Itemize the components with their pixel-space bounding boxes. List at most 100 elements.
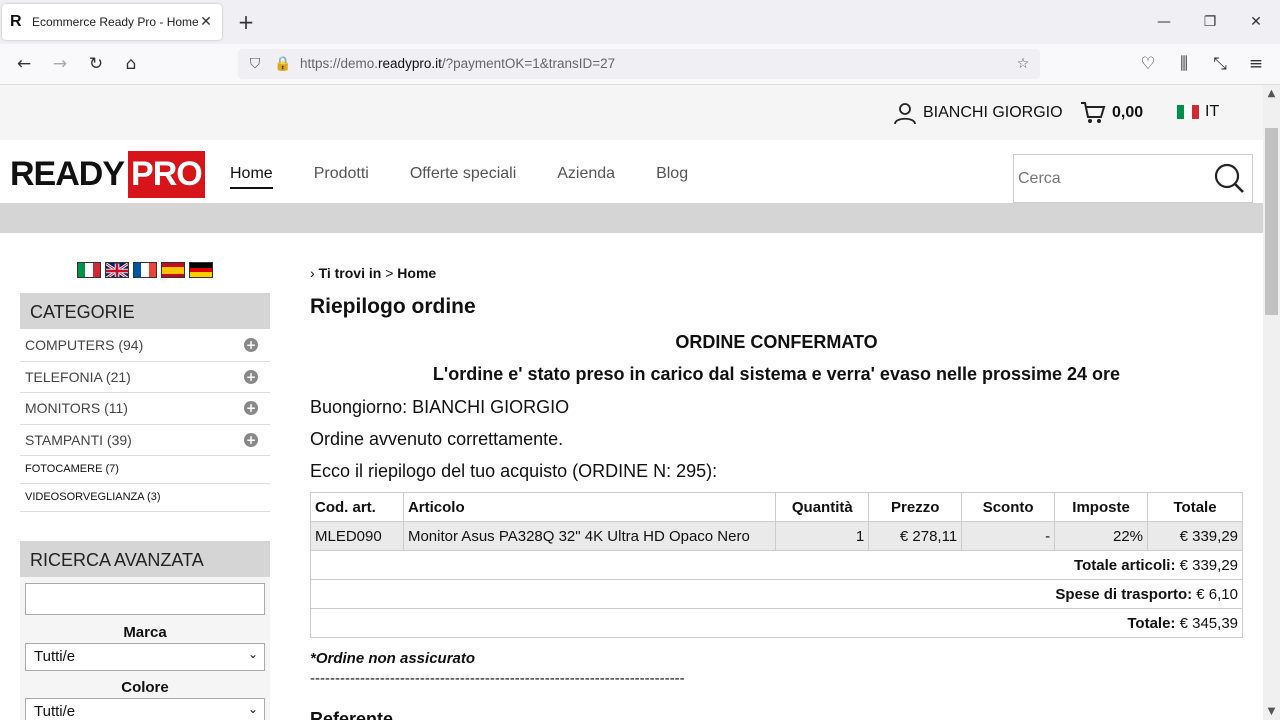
shipping-label: Spese di trasporto:	[1055, 585, 1193, 603]
readypro-logo[interactable]: READY PRO	[10, 151, 205, 198]
nav-azienda[interactable]: Azienda	[557, 165, 615, 189]
browser-nav-bar: ← → ↻ ⌂ ⛉ 🔒 https://demo.readypro.it/?pa…	[0, 44, 1280, 85]
category-item[interactable]: STAMPANTI (39) +	[20, 425, 270, 456]
item-total: € 339,29	[1147, 521, 1243, 551]
extensions-icon[interactable]: ⤡	[1208, 52, 1232, 76]
column-header: Cod. art.	[310, 492, 404, 522]
column-header: Imposte	[1054, 492, 1149, 522]
url-bar[interactable]: ⛉ 🔒 https://demo.readypro.it/?paymentOK=…	[238, 49, 1040, 79]
breadcrumb-current[interactable]: Home	[397, 265, 436, 281]
cart-link[interactable]: 0,00	[1080, 101, 1143, 125]
category-item[interactable]: MONITORS (11) +	[20, 393, 270, 425]
forward-arrow-icon[interactable]: →	[48, 52, 72, 76]
scroll-up-arrow-icon[interactable]: ▲	[1263, 85, 1280, 102]
url-text[interactable]: https://demo.readypro.it/?paymentOK=1&tr…	[300, 56, 615, 71]
nav-prodotti[interactable]: Prodotti	[314, 165, 369, 189]
expand-plus-icon[interactable]: +	[244, 338, 258, 352]
color-select[interactable]: Tutti/e ⌄	[25, 698, 265, 720]
order-confirmed-message: L'ordine e' stato preso in carico dal si…	[432, 364, 1121, 384]
web-page: BIANCHI GIORGIO 0,00 IT READY PRO Home P…	[0, 85, 1263, 720]
chevron-right-icon: ›	[310, 265, 315, 281]
new-tab-plus-icon[interactable]: +	[234, 10, 258, 34]
chevron-down-icon: ⌄	[247, 702, 258, 716]
column-header: Sconto	[961, 492, 1056, 522]
greeting-text: Buongiorno: BIANCHI GIORGIO	[310, 397, 570, 417]
back-arrow-icon[interactable]: ←	[12, 52, 36, 76]
scroll-thumb[interactable]	[1265, 128, 1278, 315]
shipping-value: € 6,10	[1196, 585, 1238, 603]
home-icon[interactable]: ⌂	[119, 52, 143, 76]
browser-tab-bar: R Ecommerce Ready Pro - Home ✕ + — ❐ ✕	[0, 0, 1280, 44]
table-header-row: Cod. art. Articolo Quantità Prezzo Scont…	[310, 492, 1243, 522]
search-box	[1013, 154, 1253, 203]
minimize-icon[interactable]: —	[1152, 10, 1176, 34]
browser-tab-active[interactable]: R Ecommerce Ready Pro - Home ✕	[2, 4, 222, 40]
expand-plus-icon[interactable]: +	[244, 369, 258, 384]
advanced-search-input[interactable]	[25, 583, 265, 615]
scroll-down-arrow-icon[interactable]: ▼	[1263, 703, 1280, 720]
column-header: Articolo	[402, 492, 777, 522]
italy-flag-icon	[1177, 105, 1199, 119]
library-icon[interactable]: ⫼	[1172, 52, 1196, 76]
category-item[interactable]: FOTOCAMERE (7)	[20, 456, 270, 484]
main-nav: Home Prodotti Offerte speciali Azienda B…	[230, 165, 729, 189]
language-flags	[77, 262, 217, 278]
nav-offerte-speciali[interactable]: Offerte speciali	[410, 165, 516, 189]
breadcrumb-separator: >	[385, 265, 394, 281]
breadcrumb: › Ti trovi in > Home	[310, 265, 436, 281]
site-header: READY PRO Home Prodotti Offerte speciali…	[0, 140, 1263, 203]
categories-heading: CATEGORIE	[20, 293, 270, 329]
restore-icon[interactable]: ❐	[1198, 10, 1222, 34]
grand-total-row: Totale: € 345,39	[310, 608, 1243, 638]
page-title: Riepilogo ordine	[310, 295, 476, 318]
nav-blog[interactable]: Blog	[656, 165, 688, 189]
cart-icon	[1081, 102, 1106, 123]
category-item[interactable]: TELEFONIA (21) +	[20, 362, 270, 393]
search-input[interactable]	[1014, 155, 1204, 202]
tab-close-icon[interactable]: ✕	[198, 14, 214, 30]
italy-flag-icon[interactable]	[77, 262, 101, 278]
spain-flag-icon[interactable]	[161, 262, 185, 278]
item-code: MLED090	[310, 521, 404, 551]
order-confirmed-heading: ORDINE CONFERMATO	[675, 332, 878, 352]
items-total-row: Totale articoli: € 339,29	[310, 550, 1243, 580]
advanced-search-heading: RICERCA AVANZATA	[20, 541, 270, 577]
header-divider-band	[0, 203, 1263, 233]
readypro-favicon-icon: R	[10, 13, 22, 30]
user-account-link[interactable]: BIANCHI GIORGIO	[893, 101, 1063, 125]
menu-icon[interactable]: ≡	[1244, 52, 1268, 76]
category-item[interactable]: COMPUTERS (94) +	[20, 330, 270, 362]
summary-text: Ecco il riepilogo del tuo acquisto (ORDI…	[310, 461, 718, 481]
reload-icon[interactable]: ↻	[84, 52, 108, 76]
user-name: BIANCHI GIORGIO	[923, 104, 1063, 121]
page-scrollbar[interactable]: ▲ ▼	[1263, 85, 1280, 720]
search-icon[interactable]	[1212, 161, 1246, 195]
items-total-value: € 339,29	[1179, 556, 1238, 574]
category-item[interactable]: VIDEOSORVEGLIANZA (3)	[20, 484, 270, 512]
column-header: Quantità	[775, 492, 870, 522]
lock-icon[interactable]: 🔒	[272, 53, 294, 75]
chevron-down-icon: ⌄	[247, 647, 258, 661]
shield-icon[interactable]: ⛉	[244, 53, 266, 75]
brand-select[interactable]: Tutti/e ⌄	[25, 643, 265, 671]
uk-flag-icon[interactable]	[105, 262, 129, 278]
expand-plus-icon[interactable]: +	[244, 401, 258, 415]
brand-label: Marca	[123, 624, 167, 641]
france-flag-icon[interactable]	[133, 262, 157, 278]
referent-heading: Referente	[310, 709, 394, 720]
nav-home[interactable]: Home	[230, 165, 273, 189]
expand-plus-icon[interactable]: +	[244, 432, 258, 447]
item-discount: -	[961, 521, 1056, 551]
shipping-row: Spese di trasporto: € 6,10	[310, 579, 1243, 609]
germany-flag-icon[interactable]	[189, 262, 213, 278]
pocket-icon[interactable]: ♡	[1136, 52, 1160, 76]
star-icon[interactable]: ☆	[1012, 53, 1034, 75]
insurance-note: *Ordine non assicurato	[310, 650, 476, 667]
grand-total-value: € 345,39	[1179, 614, 1238, 632]
item-name: Monitor Asus PA328Q 32" 4K Ultra HD Opac…	[402, 521, 777, 551]
column-header: Prezzo	[868, 492, 963, 522]
item-quantity: 1	[775, 521, 870, 551]
cart-total: 0,00	[1112, 104, 1144, 121]
language-selector[interactable]: IT	[1177, 103, 1219, 121]
window-close-icon[interactable]: ✕	[1244, 10, 1268, 34]
